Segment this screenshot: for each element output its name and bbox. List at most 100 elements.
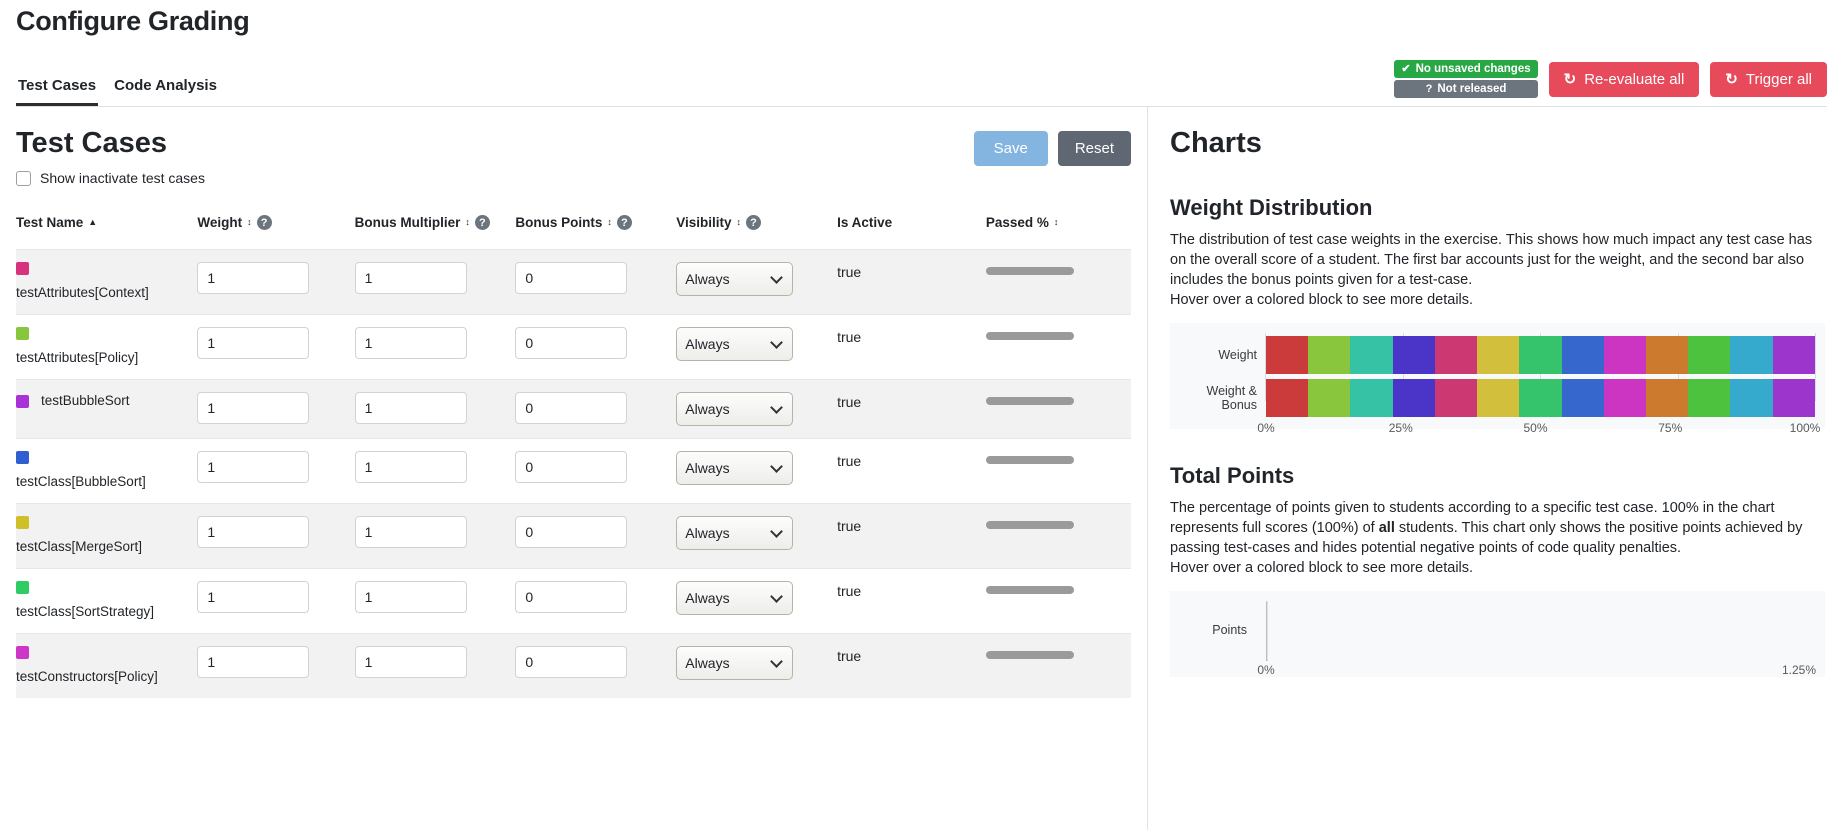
bar-segment[interactable] <box>1434 378 1478 417</box>
bonus-multiplier-input[interactable] <box>354 392 467 424</box>
bar-segment[interactable] <box>1645 378 1689 417</box>
bar-segment[interactable] <box>1392 378 1435 417</box>
table-header-row: Test Name ▲ Weight ↕ ? Bonus Multiplier … <box>16 215 1131 250</box>
bar-segment[interactable] <box>1561 335 1604 374</box>
cell-test-name: testAttributes[Policy] <box>16 315 197 380</box>
bonus-multiplier-input[interactable] <box>354 451 467 483</box>
bonus-points-input[interactable] <box>515 327 628 359</box>
bar-segment[interactable] <box>1603 335 1646 374</box>
bar-segment[interactable] <box>1392 335 1435 374</box>
tab-bar: Test Cases Code Analysis <box>16 73 219 106</box>
bonus-points-input[interactable] <box>515 646 628 678</box>
is-active-value: true <box>837 394 862 410</box>
cell-visibility: AlwaysAfter Due DateNever <box>676 634 837 699</box>
bonus-points-input[interactable] <box>515 392 628 424</box>
tab-code-analysis[interactable]: Code Analysis <box>112 73 219 106</box>
show-inactive-label[interactable]: Show inactivate test cases <box>40 170 205 186</box>
bonus-multiplier-input[interactable] <box>354 581 467 613</box>
bonus-points-input[interactable] <box>515 516 628 548</box>
column-header-weight[interactable]: Weight ↕ ? <box>197 215 354 250</box>
weight-distribution-heading: Weight Distribution <box>1170 195 1373 220</box>
bonus-points-input[interactable] <box>515 262 628 294</box>
visibility-select[interactable]: AlwaysAfter Due DateNever <box>676 581 794 615</box>
weight-input[interactable] <box>197 262 310 294</box>
bar-segment[interactable] <box>1266 335 1309 374</box>
show-inactive-checkbox[interactable] <box>16 170 31 186</box>
bar-segment[interactable] <box>1645 335 1689 374</box>
weight-input[interactable] <box>197 392 310 424</box>
bonus-points-input[interactable] <box>515 451 628 483</box>
visibility-select[interactable]: AlwaysAfter Due DateNever <box>676 646 794 680</box>
visibility-select[interactable]: AlwaysAfter Due DateNever <box>676 327 794 361</box>
table-row: testConstructors[Policy] AlwaysAfter Due … <box>16 633 1131 699</box>
bonus-multiplier-input[interactable] <box>354 262 467 294</box>
weight-distribution-description: The distribution of test case weights in… <box>1170 230 1825 310</box>
trigger-all-button[interactable]: ↻ Trigger all <box>1710 61 1827 97</box>
cell-bonus-points <box>515 250 676 315</box>
weight-input[interactable] <box>197 646 310 678</box>
bar-segment[interactable] <box>1308 378 1351 417</box>
bar-segment[interactable] <box>1772 335 1815 374</box>
table-row: testBubbleSort AlwaysAfter Due DateNever t… <box>16 379 1131 439</box>
weight-input[interactable] <box>197 327 310 359</box>
bonus-multiplier-input[interactable] <box>354 646 467 678</box>
visibility-select[interactable]: AlwaysAfter Due DateNever <box>676 392 794 426</box>
bar-segment[interactable] <box>1350 378 1393 417</box>
weight-input[interactable] <box>197 581 310 613</box>
bonus-multiplier-input[interactable] <box>354 516 467 548</box>
sort-toggle-icon: ↕ <box>1053 217 1059 227</box>
bar-segment[interactable] <box>1730 378 1773 417</box>
help-icon-visibility[interactable]: ? <box>746 215 762 230</box>
weight-distribution-description-text: The distribution of test case weights in… <box>1170 232 1813 288</box>
x-tick-label: 50% <box>1523 421 1548 435</box>
column-header-visibility[interactable]: Visibility ↕ ? <box>676 215 837 250</box>
weight-input[interactable] <box>197 451 310 483</box>
test-color-swatch <box>16 327 29 340</box>
visibility-select[interactable]: AlwaysAfter Due DateNever <box>676 262 794 296</box>
bar-segment[interactable] <box>1688 335 1731 374</box>
help-icon-weight[interactable]: ? <box>256 215 272 230</box>
bar-segment[interactable] <box>1519 335 1562 374</box>
reset-button[interactable]: Reset <box>1057 131 1131 166</box>
bar-segment[interactable] <box>1688 378 1731 417</box>
test-name-label: testAttributes[Context] <box>16 285 149 300</box>
status-badge-not-released: ? Not released <box>1394 80 1538 98</box>
show-inactive-row: Show inactivate test cases <box>16 170 205 186</box>
bar-segment[interactable] <box>1266 378 1309 417</box>
bar-segment[interactable] <box>1730 335 1773 374</box>
check-circle-icon: ✔ <box>1401 62 1411 75</box>
column-header-bonus-points[interactable]: Bonus Points ↕ ? <box>515 215 676 250</box>
help-icon-bonus-points[interactable]: ? <box>616 215 632 230</box>
bar-segment[interactable] <box>1434 335 1478 374</box>
total-points-plot-wrap: Points <box>1180 601 1815 661</box>
re-evaluate-all-button[interactable]: ↻ Re-evaluate all <box>1548 61 1700 97</box>
cell-is-active: true <box>837 439 986 504</box>
is-active-value: true <box>837 329 862 345</box>
total-points-chart: Points 0% 1.25% <box>1170 591 1825 677</box>
bar-segment[interactable] <box>1350 335 1393 374</box>
help-icon-bonus-multiplier[interactable]: ? <box>474 215 490 230</box>
bar-segment[interactable] <box>1561 378 1604 417</box>
weight-distribution-chart: Weight Weight & Bonus 0% 25% 50% 75% 100% <box>1170 323 1825 435</box>
column-header-test-name[interactable]: Test Name ▲ <box>16 215 197 250</box>
bonus-multiplier-input[interactable] <box>354 327 467 359</box>
bar-segment[interactable] <box>1603 378 1646 417</box>
save-button[interactable]: Save <box>973 131 1048 166</box>
cell-bonus-multiplier <box>354 634 516 699</box>
tab-test-cases[interactable]: Test Cases <box>16 73 99 106</box>
weight-input[interactable] <box>197 516 310 548</box>
bonus-points-input[interactable] <box>515 581 628 613</box>
visibility-select[interactable]: AlwaysAfter Due DateNever <box>676 451 794 485</box>
bar-segment[interactable] <box>1308 335 1351 374</box>
bar-segment[interactable] <box>1519 378 1562 417</box>
stacked-bar-weight-bonus <box>1266 378 1815 417</box>
cell-weight <box>197 504 354 569</box>
body-split: Test Cases Show inactivate test cases Sa… <box>0 107 1843 830</box>
column-header-passed-pct[interactable]: Passed % ↕ <box>986 215 1131 250</box>
bar-segment[interactable] <box>1772 378 1815 417</box>
bar-segment[interactable] <box>1477 378 1520 417</box>
visibility-select[interactable]: AlwaysAfter Due DateNever <box>676 516 794 550</box>
column-header-bonus-multiplier[interactable]: Bonus Multiplier ↕ ? <box>355 215 516 250</box>
cell-weight <box>197 315 354 380</box>
bar-segment[interactable] <box>1477 335 1520 374</box>
